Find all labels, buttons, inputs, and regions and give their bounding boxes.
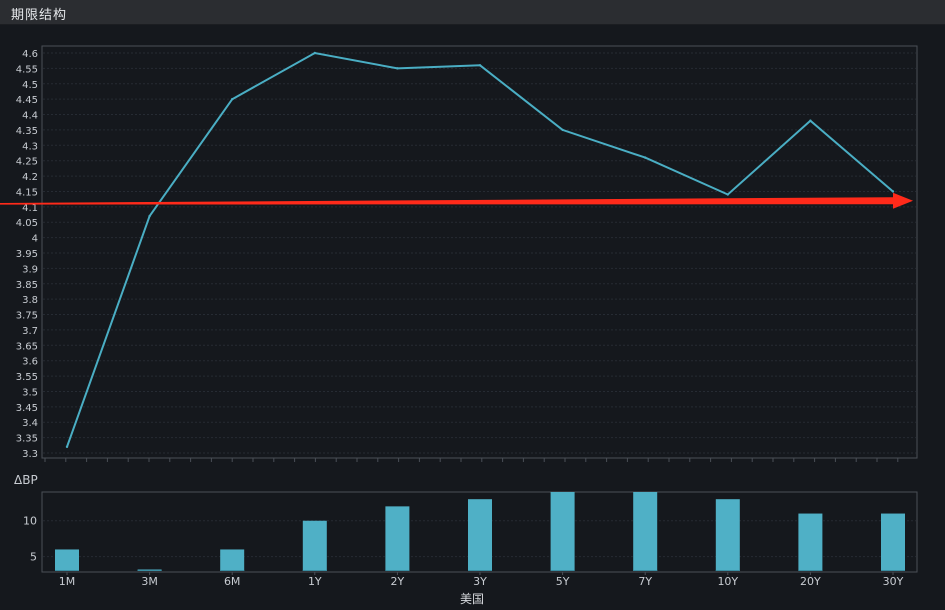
yield-point-5Y <box>561 128 564 132</box>
bar-2Y <box>385 506 410 571</box>
line-plot-y-tick-label: 3.55 <box>16 372 38 383</box>
yield-point-10Y <box>726 193 729 196</box>
line-plot-y-tick-label: 4.3 <box>22 141 38 152</box>
line-plot-y-tick-label: 4.15 <box>16 187 38 198</box>
yield-point-1M <box>65 445 69 449</box>
line-plot-x-ticks <box>44 458 899 462</box>
bar-plot-x-tick-label: 2Y <box>391 575 405 588</box>
line-plot-y-tick-label: 3.65 <box>16 341 38 352</box>
bar-plot-x-tick-label: 20Y <box>800 575 821 588</box>
red-arrow-annotation <box>0 192 913 209</box>
bar-6M <box>220 549 245 571</box>
line-plot-y-tick-label: 3.35 <box>16 434 38 445</box>
bar-1M <box>55 549 79 571</box>
bar-plot-bars <box>55 492 905 571</box>
line-plot-y-tick-label: 3.75 <box>16 311 38 322</box>
line-plot-y-axis: 4.64.554.54.454.44.354.34.254.24.154.14.… <box>16 49 38 460</box>
line-plot-y-tick-label: 3.6 <box>22 357 38 368</box>
bar-20Y <box>798 513 823 571</box>
term-structure-chart: 4.64.554.54.454.44.354.34.254.24.154.14.… <box>0 45 918 606</box>
yield-point-30Y <box>891 190 895 193</box>
line-plot-y-tick-label: 3.95 <box>16 249 38 260</box>
line-plot-y-tick-label: 4.55 <box>16 64 38 75</box>
yield-point-2Y <box>396 67 399 70</box>
yield-point-1Y <box>313 51 316 55</box>
line-plot-gridlines <box>43 52 916 454</box>
bar-base-3M <box>137 570 162 571</box>
line-plot-y-tick-label: 4.25 <box>16 157 38 168</box>
yield-curve-points <box>65 51 895 449</box>
bar-plot-x-tick-label: 1Y <box>308 575 322 588</box>
bar-3Y <box>468 499 492 571</box>
bar-base-3Y <box>468 570 492 571</box>
bar-plot-y-label: ΔBP <box>14 473 38 487</box>
line-plot-y-tick-label: 3.85 <box>16 280 38 291</box>
line-plot-y-tick-label: 3.9 <box>22 264 38 275</box>
yield-point-7Y <box>644 156 647 159</box>
bar-plot-x-axis: 1M 3M 6M 1Y 2Y 3Y 5Y 7Y 10Y 20Y 30Y <box>59 572 904 588</box>
bar-plot-x-tick-label: 1M <box>59 575 76 588</box>
bar-plot-x-tick-label: 10Y <box>717 575 738 588</box>
bar-plot-y-tick-label: 5 <box>30 551 37 564</box>
yield-point-6M <box>231 97 234 101</box>
bar-plot-y-axis: 10 5 <box>23 515 37 564</box>
line-plot-y-tick-label: 4.5 <box>22 80 38 91</box>
bar-plot-x-label: 美国 <box>460 592 484 606</box>
line-plot-y-tick-label: 3.4 <box>22 418 38 429</box>
bar-plot-x-tick-label: 3M <box>141 575 158 588</box>
line-plot-y-tick-label: 4.6 <box>22 49 38 60</box>
bar-base-2Y <box>385 570 410 571</box>
bar-plot-x-tick-label: 3Y <box>473 575 487 588</box>
bar-plot-x-tick-label: 5Y <box>556 575 570 588</box>
bar-plot-x-tick-label: 7Y <box>638 575 652 588</box>
bar-base-6M <box>220 570 245 571</box>
line-plot-y-tick-label: 4 <box>32 234 38 245</box>
bar-base-20Y <box>798 570 823 571</box>
bar-base-30Y <box>881 570 905 571</box>
yield-point-20Y <box>809 119 812 122</box>
line-plot-y-tick-label: 4.4 <box>22 111 38 122</box>
bar-plot-x-tick-label: 6M <box>224 575 241 588</box>
line-plot-y-tick-label: 3.8 <box>22 295 38 306</box>
bar-base-10Y <box>715 570 740 571</box>
bar-base-5Y <box>550 570 575 571</box>
line-plot-y-tick-label: 3.5 <box>22 387 38 398</box>
line-plot-y-tick-label: 4.2 <box>22 172 38 183</box>
line-plot-y-tick-label: 3.45 <box>16 403 38 414</box>
line-plot-y-tick-label: 3.7 <box>22 326 38 337</box>
bar-base-7Y <box>633 570 658 571</box>
bar-plot-x-tick-label: 30Y <box>883 575 904 588</box>
bar-7Y <box>633 492 658 571</box>
yield-curve-line <box>66 51 894 448</box>
line-plot-y-tick-label: 4.05 <box>16 218 38 229</box>
bar-base-1M <box>55 570 79 571</box>
bar-5Y <box>550 492 575 571</box>
line-plot-frame <box>41 45 918 459</box>
line-plot-y-tick-label: 4.45 <box>16 95 38 106</box>
bar-base-1Y <box>302 570 327 571</box>
bar-plot-y-tick-label: 10 <box>23 515 37 528</box>
yield-point-3M <box>148 214 151 218</box>
line-plot-y-tick-label: 4.35 <box>16 126 38 137</box>
line-plot-y-tick-label: 3.3 <box>22 449 38 460</box>
yield-point-3Y <box>478 64 482 67</box>
bar-1Y <box>302 520 327 571</box>
bar-30Y <box>881 513 905 571</box>
bar-10Y <box>715 499 740 571</box>
